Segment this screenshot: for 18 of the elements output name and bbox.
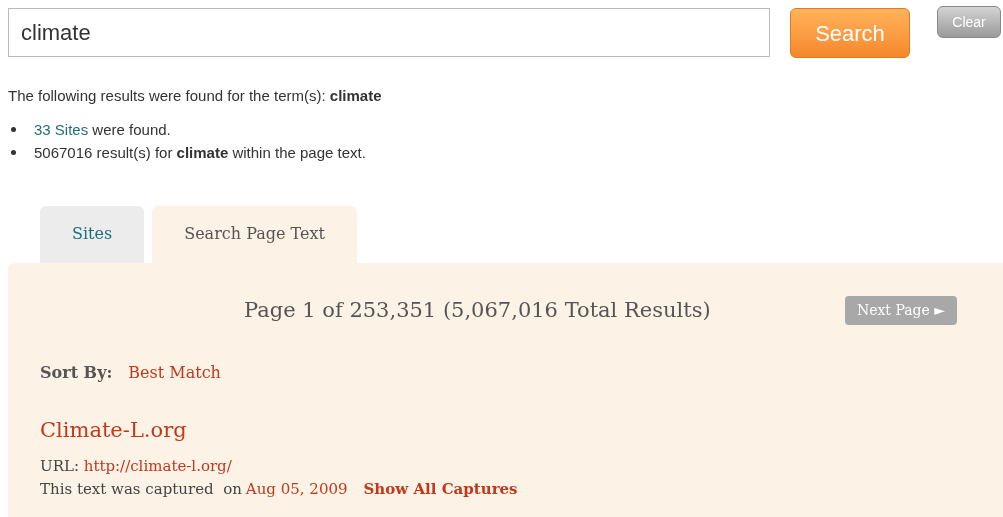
show-captures-link[interactable]: Show All Captures (363, 478, 518, 501)
result-title[interactable]: Climate-L.org (40, 415, 971, 447)
result-line: 33 Sites were found. (34, 119, 171, 140)
result-url[interactable]: http://climate-l.org/ (83, 456, 232, 475)
result-line: 5067016 result(s) for climate within the page text. (34, 142, 366, 163)
capture-date[interactable]: Aug 05, 2009 (245, 478, 348, 501)
url-label: URL: (40, 456, 79, 475)
search-field[interactable]: climate (8, 8, 770, 57)
sort-label: Sort By: (40, 362, 113, 384)
sites-link[interactable]: 33 Sites (34, 120, 89, 138)
page-info: Page 1 of 253,351 (5,067,016 Total Results) (244, 296, 711, 324)
sort-option[interactable]: Best Match (128, 361, 221, 385)
captured-text: This text was captured on (40, 479, 242, 500)
bullet-icon (11, 126, 16, 132)
bullet-icon (11, 149, 16, 155)
results-summary: The following results were found for the term(s): climate (8, 86, 383, 106)
tab[interactable]: Search Page Text (152, 205, 357, 263)
tab[interactable]: Sites (40, 205, 145, 263)
